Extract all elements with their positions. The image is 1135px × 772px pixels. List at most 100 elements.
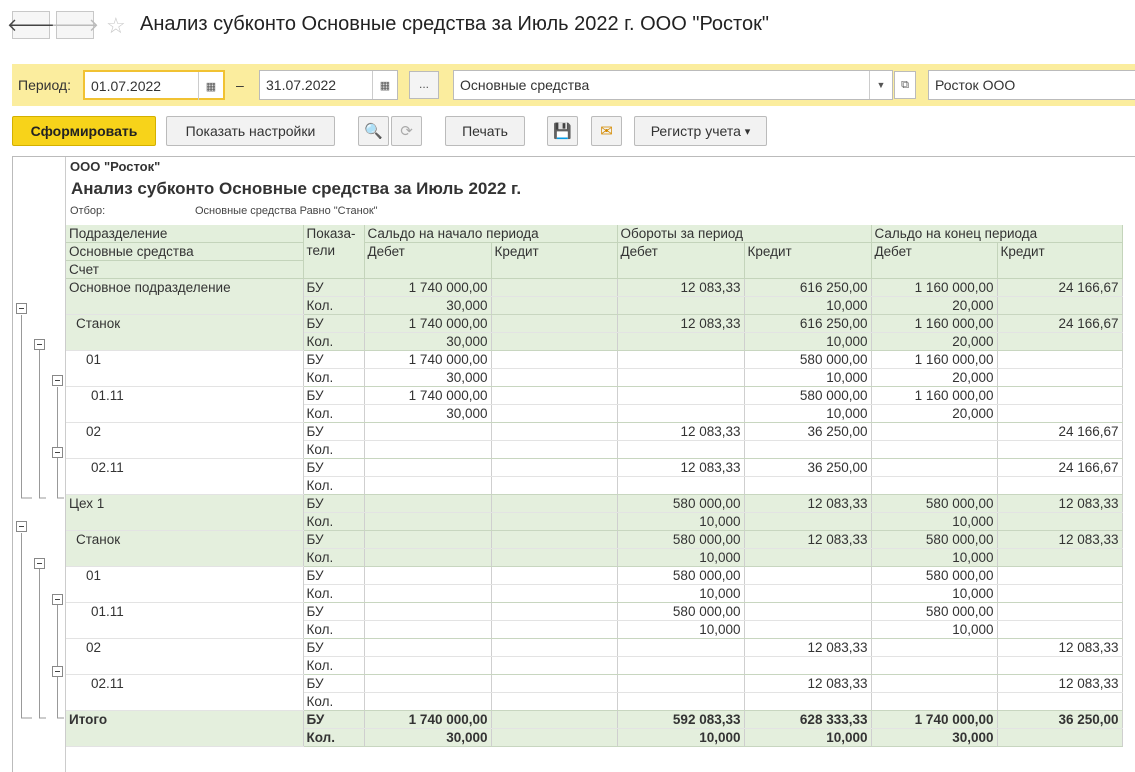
table-row[interactable]: 01 БУ 580 000,00 580 000,00 xyxy=(66,566,1123,603)
indicator-qty: Кол. xyxy=(303,620,365,639)
print-button[interactable]: Печать xyxy=(445,116,525,146)
indicator-qty: Кол. xyxy=(303,548,365,567)
send-email-button[interactable]: ✉ xyxy=(591,116,622,146)
cell-bu xyxy=(491,494,618,513)
cell-bu xyxy=(364,638,492,657)
date-from-input[interactable]: 01.07.2022 ▦ xyxy=(83,70,225,100)
date-to-input[interactable]: 31.07.2022 ▦ xyxy=(259,70,398,100)
cell-qty xyxy=(491,548,618,567)
row-name: 02.11 xyxy=(66,458,304,495)
cell-qty xyxy=(997,404,1123,423)
cell-bu xyxy=(871,638,998,657)
cell-bu xyxy=(744,566,872,585)
cell-bu: 1 740 000,00 xyxy=(364,386,492,405)
period-choose-button[interactable]: ... xyxy=(409,71,439,99)
header-opening-debit: Дебет xyxy=(364,242,492,279)
indicator-bu: БУ xyxy=(303,674,365,693)
cell-qty: 20,000 xyxy=(871,296,998,315)
cell-bu: 580 000,00 xyxy=(617,602,745,621)
filter-label: Отбор: xyxy=(70,205,106,217)
register-button[interactable]: Регистр учета ▾ xyxy=(634,116,767,146)
cell-bu: 24 166,67 xyxy=(997,422,1123,441)
save-button[interactable]: 💾 xyxy=(547,116,578,146)
indicator-bu: БУ xyxy=(303,566,365,585)
cell-bu: 12 083,33 xyxy=(617,458,745,477)
table-row[interactable]: Станок БУ 580 000,00 12 083,33 580 000,00 12 … xyxy=(66,530,1123,567)
back-button[interactable]: 🡐 xyxy=(7,11,55,39)
cell-qty xyxy=(617,476,745,495)
period-label: Период: xyxy=(18,77,71,93)
table-row[interactable]: 02.11 БУ 12 083,33 12 083,33 xyxy=(66,674,1123,711)
table-row[interactable]: Итого БУ 1 740 000,00 592 083,33 628 333,33 1… xyxy=(66,710,1123,747)
cell-qty xyxy=(491,296,618,315)
cell-bu: 1 160 000,00 xyxy=(871,350,998,369)
group-tree xyxy=(16,303,64,719)
calendar-icon[interactable]: ▦ xyxy=(372,71,397,99)
cell-bu: 36 250,00 xyxy=(744,422,872,441)
cell-bu: 12 083,33 xyxy=(744,494,872,513)
table-row[interactable]: 01.11 БУ 1 740 000,00 580 000,00 1 160 000,0… xyxy=(66,386,1123,423)
cell-bu: 1 740 000,00 xyxy=(871,710,998,729)
cell-qty: 10,000 xyxy=(617,728,745,747)
organization-input[interactable]: Росток ООО xyxy=(928,70,1135,100)
cell-bu xyxy=(491,386,618,405)
cell-qty xyxy=(364,512,492,531)
cell-qty: 10,000 xyxy=(617,548,745,567)
cell-qty xyxy=(364,584,492,603)
period-bar: Период: 01.07.2022 ▦ – 31.07.2022 ▦ ... … xyxy=(12,64,1135,106)
cell-bu xyxy=(491,674,618,693)
cell-qty xyxy=(364,656,492,675)
cell-qty: 30,000 xyxy=(364,404,492,423)
envelope-icon: ✉ xyxy=(600,123,613,140)
table-row[interactable]: Основное подразделение БУ 1 740 000,00 12 0… xyxy=(66,278,1123,315)
table-row[interactable]: 01.11 БУ 580 000,00 580 000,00 xyxy=(66,602,1123,639)
show-settings-button[interactable]: Показать настройки xyxy=(166,116,335,146)
cell-qty xyxy=(491,656,618,675)
cell-qty xyxy=(364,440,492,459)
indicator-qty: Кол. xyxy=(303,656,365,675)
subconto-select[interactable]: Основные средства ▼ xyxy=(453,70,893,100)
cell-qty xyxy=(997,692,1123,711)
forward-button[interactable]: 🡒 xyxy=(51,11,99,39)
cell-bu xyxy=(491,530,618,549)
cancel-search-button[interactable]: ⟳ xyxy=(391,116,422,146)
cell-bu xyxy=(491,638,618,657)
cell-qty: 20,000 xyxy=(871,368,998,387)
table-row[interactable]: Цех 1 БУ 580 000,00 12 083,33 580 000,00 12 0… xyxy=(66,494,1123,531)
cell-qty xyxy=(744,656,872,675)
search-button[interactable]: 🔍 xyxy=(358,116,389,146)
cell-bu: 616 250,00 xyxy=(744,314,872,333)
indicator-qty: Кол. xyxy=(303,332,365,351)
open-icon[interactable]: ⧉ xyxy=(894,71,916,99)
cell-bu: 36 250,00 xyxy=(744,458,872,477)
table-row[interactable]: 02.11 БУ 12 083,33 36 250,00 24 166,67 xyxy=(66,458,1123,495)
cell-qty xyxy=(744,440,872,459)
cell-bu xyxy=(364,422,492,441)
report-area[interactable]: ООО "Росток" Анализ субконто Основные ср… xyxy=(12,156,1135,772)
cell-qty xyxy=(744,476,872,495)
row-name: 02.11 xyxy=(66,674,304,711)
cell-bu xyxy=(871,674,998,693)
cell-qty xyxy=(491,476,618,495)
cell-bu xyxy=(491,710,618,729)
window-title: Анализ субконто Основные средства за Июл… xyxy=(140,13,769,35)
cell-bu: 12 083,33 xyxy=(744,638,872,657)
favorite-star-icon[interactable]: ☆ xyxy=(106,13,126,39)
chevron-down-icon[interactable]: ▼ xyxy=(869,71,892,99)
table-row[interactable]: 02 БУ 12 083,33 12 083,33 xyxy=(66,638,1123,675)
header-turnover: Обороты за период xyxy=(617,225,872,243)
cell-qty: 10,000 xyxy=(744,368,872,387)
cell-bu xyxy=(491,602,618,621)
calendar-icon[interactable]: ▦ xyxy=(198,72,223,100)
cell-qty xyxy=(491,584,618,603)
table-row[interactable]: Станок БУ 1 740 000,00 12 083,33 616 250,00 1… xyxy=(66,314,1123,351)
cell-qty xyxy=(744,512,872,531)
cell-qty xyxy=(491,368,618,387)
table-row[interactable]: 02 БУ 12 083,33 36 250,00 24 166,67 xyxy=(66,422,1123,459)
generate-button[interactable]: Сформировать xyxy=(12,116,156,146)
indicator-qty: Кол. xyxy=(303,476,365,495)
cell-bu: 12 083,33 xyxy=(744,530,872,549)
cell-qty: 30,000 xyxy=(364,332,492,351)
cell-qty xyxy=(744,584,872,603)
table-row[interactable]: 01 БУ 1 740 000,00 580 000,00 1 160 000,00 xyxy=(66,350,1123,387)
